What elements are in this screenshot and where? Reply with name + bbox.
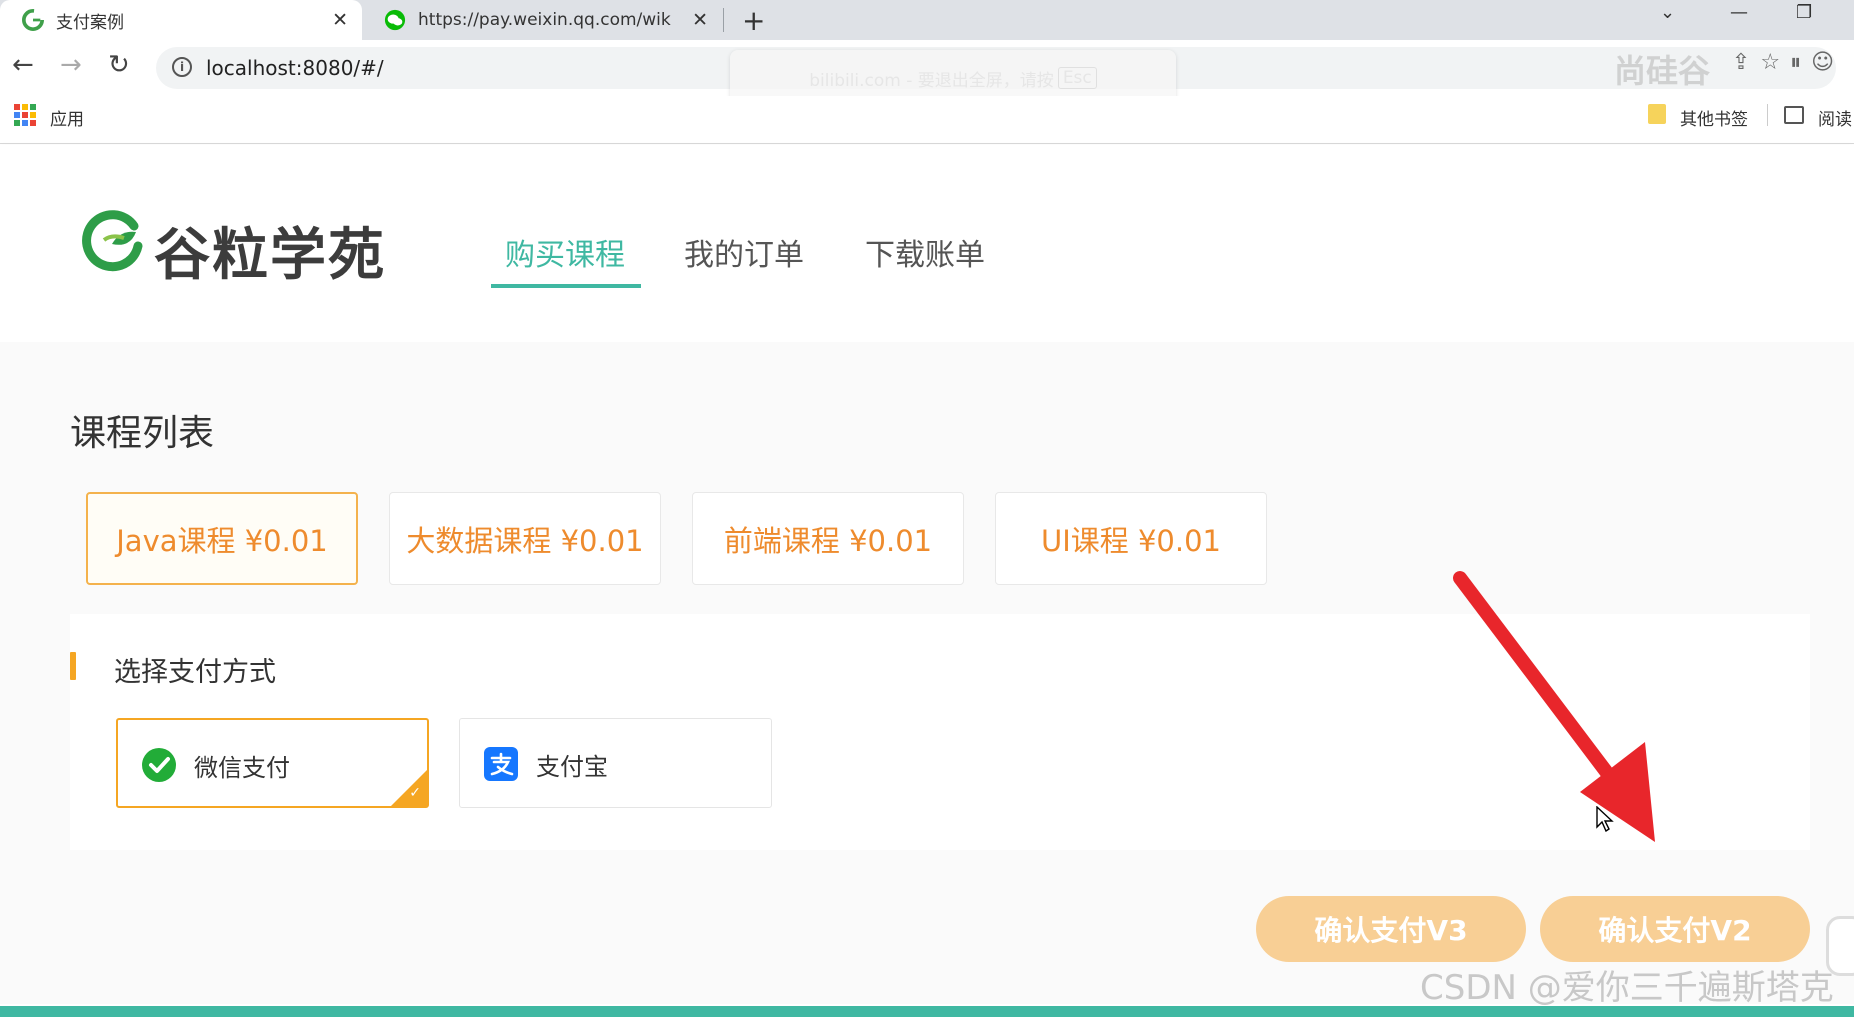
tab-title: https://pay.weixin.qq.com/wik [418,10,671,30]
browser-tab-bar: 支付案例 ✕ https://pay.weixin.qq.com/wik ✕ +… [0,0,1854,40]
check-icon: ✓ [409,785,421,801]
site-logo-text[interactable]: 谷粒学苑 [154,210,386,291]
bottom-accent-bar [0,1006,1854,1017]
pay-option-alipay[interactable]: 支付宝 [459,718,772,808]
apps-grid-icon[interactable] [14,104,36,126]
reload-icon[interactable]: ↻ [108,50,130,80]
bookmark-apps[interactable]: 应用 [50,105,84,130]
new-tab-icon[interactable]: + [742,4,765,37]
tab-search-icon[interactable]: ⌄ [1660,2,1675,23]
section-marker [70,652,76,680]
wechat-favicon-icon [384,9,406,31]
bookmark-other[interactable]: 其他书签 [1680,105,1748,130]
wechat-pay-icon [142,748,176,782]
reading-list-icon[interactable] [1784,106,1804,124]
top-watermark: 尚硅谷 [1614,52,1711,90]
mouse-cursor-icon [1596,806,1614,832]
tab-weixin[interactable]: https://pay.weixin.qq.com/wik ✕ [362,0,722,40]
pay-option-label: 支付宝 [536,753,608,781]
site-info-icon[interactable]: i [172,57,192,77]
red-annotation-arrow-icon [1453,571,1655,842]
payment-title: 选择支付方式 [114,657,276,688]
tab-active[interactable]: 支付案例 ✕ [0,0,362,40]
nav-buy-course[interactable]: 购买课程 [505,230,625,274]
course-frontend[interactable]: 前端课程 ¥0.01 [692,492,964,585]
course-ui[interactable]: UI课程 ¥0.01 [995,492,1267,585]
esc-key-label: Esc [1057,67,1097,89]
course-bigdata[interactable]: 大数据课程 ¥0.01 [389,492,661,585]
tab-title: 支付案例 [56,12,124,33]
back-icon[interactable]: ← [12,50,34,80]
address-url[interactable]: localhost:8080/#/ [206,56,384,80]
fullscreen-toast-text: bilibili.com - 要退出全屏，请按 [809,70,1054,91]
restore-icon[interactable]: ❐ [1796,2,1812,23]
close-tab-icon[interactable]: ✕ [692,9,708,31]
close-tab-icon[interactable]: ✕ [332,9,348,31]
alipay-icon [484,747,518,781]
nav-download-bill[interactable]: 下载账单 [865,230,985,274]
pay-option-wechat[interactable]: 微信支付 ✓ [116,718,429,808]
toolbar-actions-icon[interactable]: ⇪☆⏸☺ [1732,50,1844,75]
minimize-icon[interactable]: — [1730,2,1748,23]
guli-logo-icon[interactable] [80,208,144,272]
confirm-pay-v3-button[interactable]: 确认支付V3 [1256,896,1526,962]
nav-active-indicator [491,284,641,288]
guli-favicon-icon [22,9,44,31]
tab-divider [723,8,724,32]
bookmarks-bar [0,96,1854,144]
folder-icon [1648,104,1666,124]
bookmark-divider [1767,104,1768,126]
pay-option-label: 微信支付 [194,754,290,782]
course-java[interactable]: Java课程 ¥0.01 [86,492,358,585]
forward-icon[interactable]: → [60,50,82,80]
confirm-pay-v2-button[interactable]: 确认支付V2 [1540,896,1810,962]
csdn-watermark: CSDN @爱你三千遍斯塔克 [1420,968,1834,1008]
nav-my-orders[interactable]: 我的订单 [684,230,804,274]
bookmark-reading-list[interactable]: 阅读 [1818,105,1852,130]
course-list-title: 课程列表 [70,413,215,454]
